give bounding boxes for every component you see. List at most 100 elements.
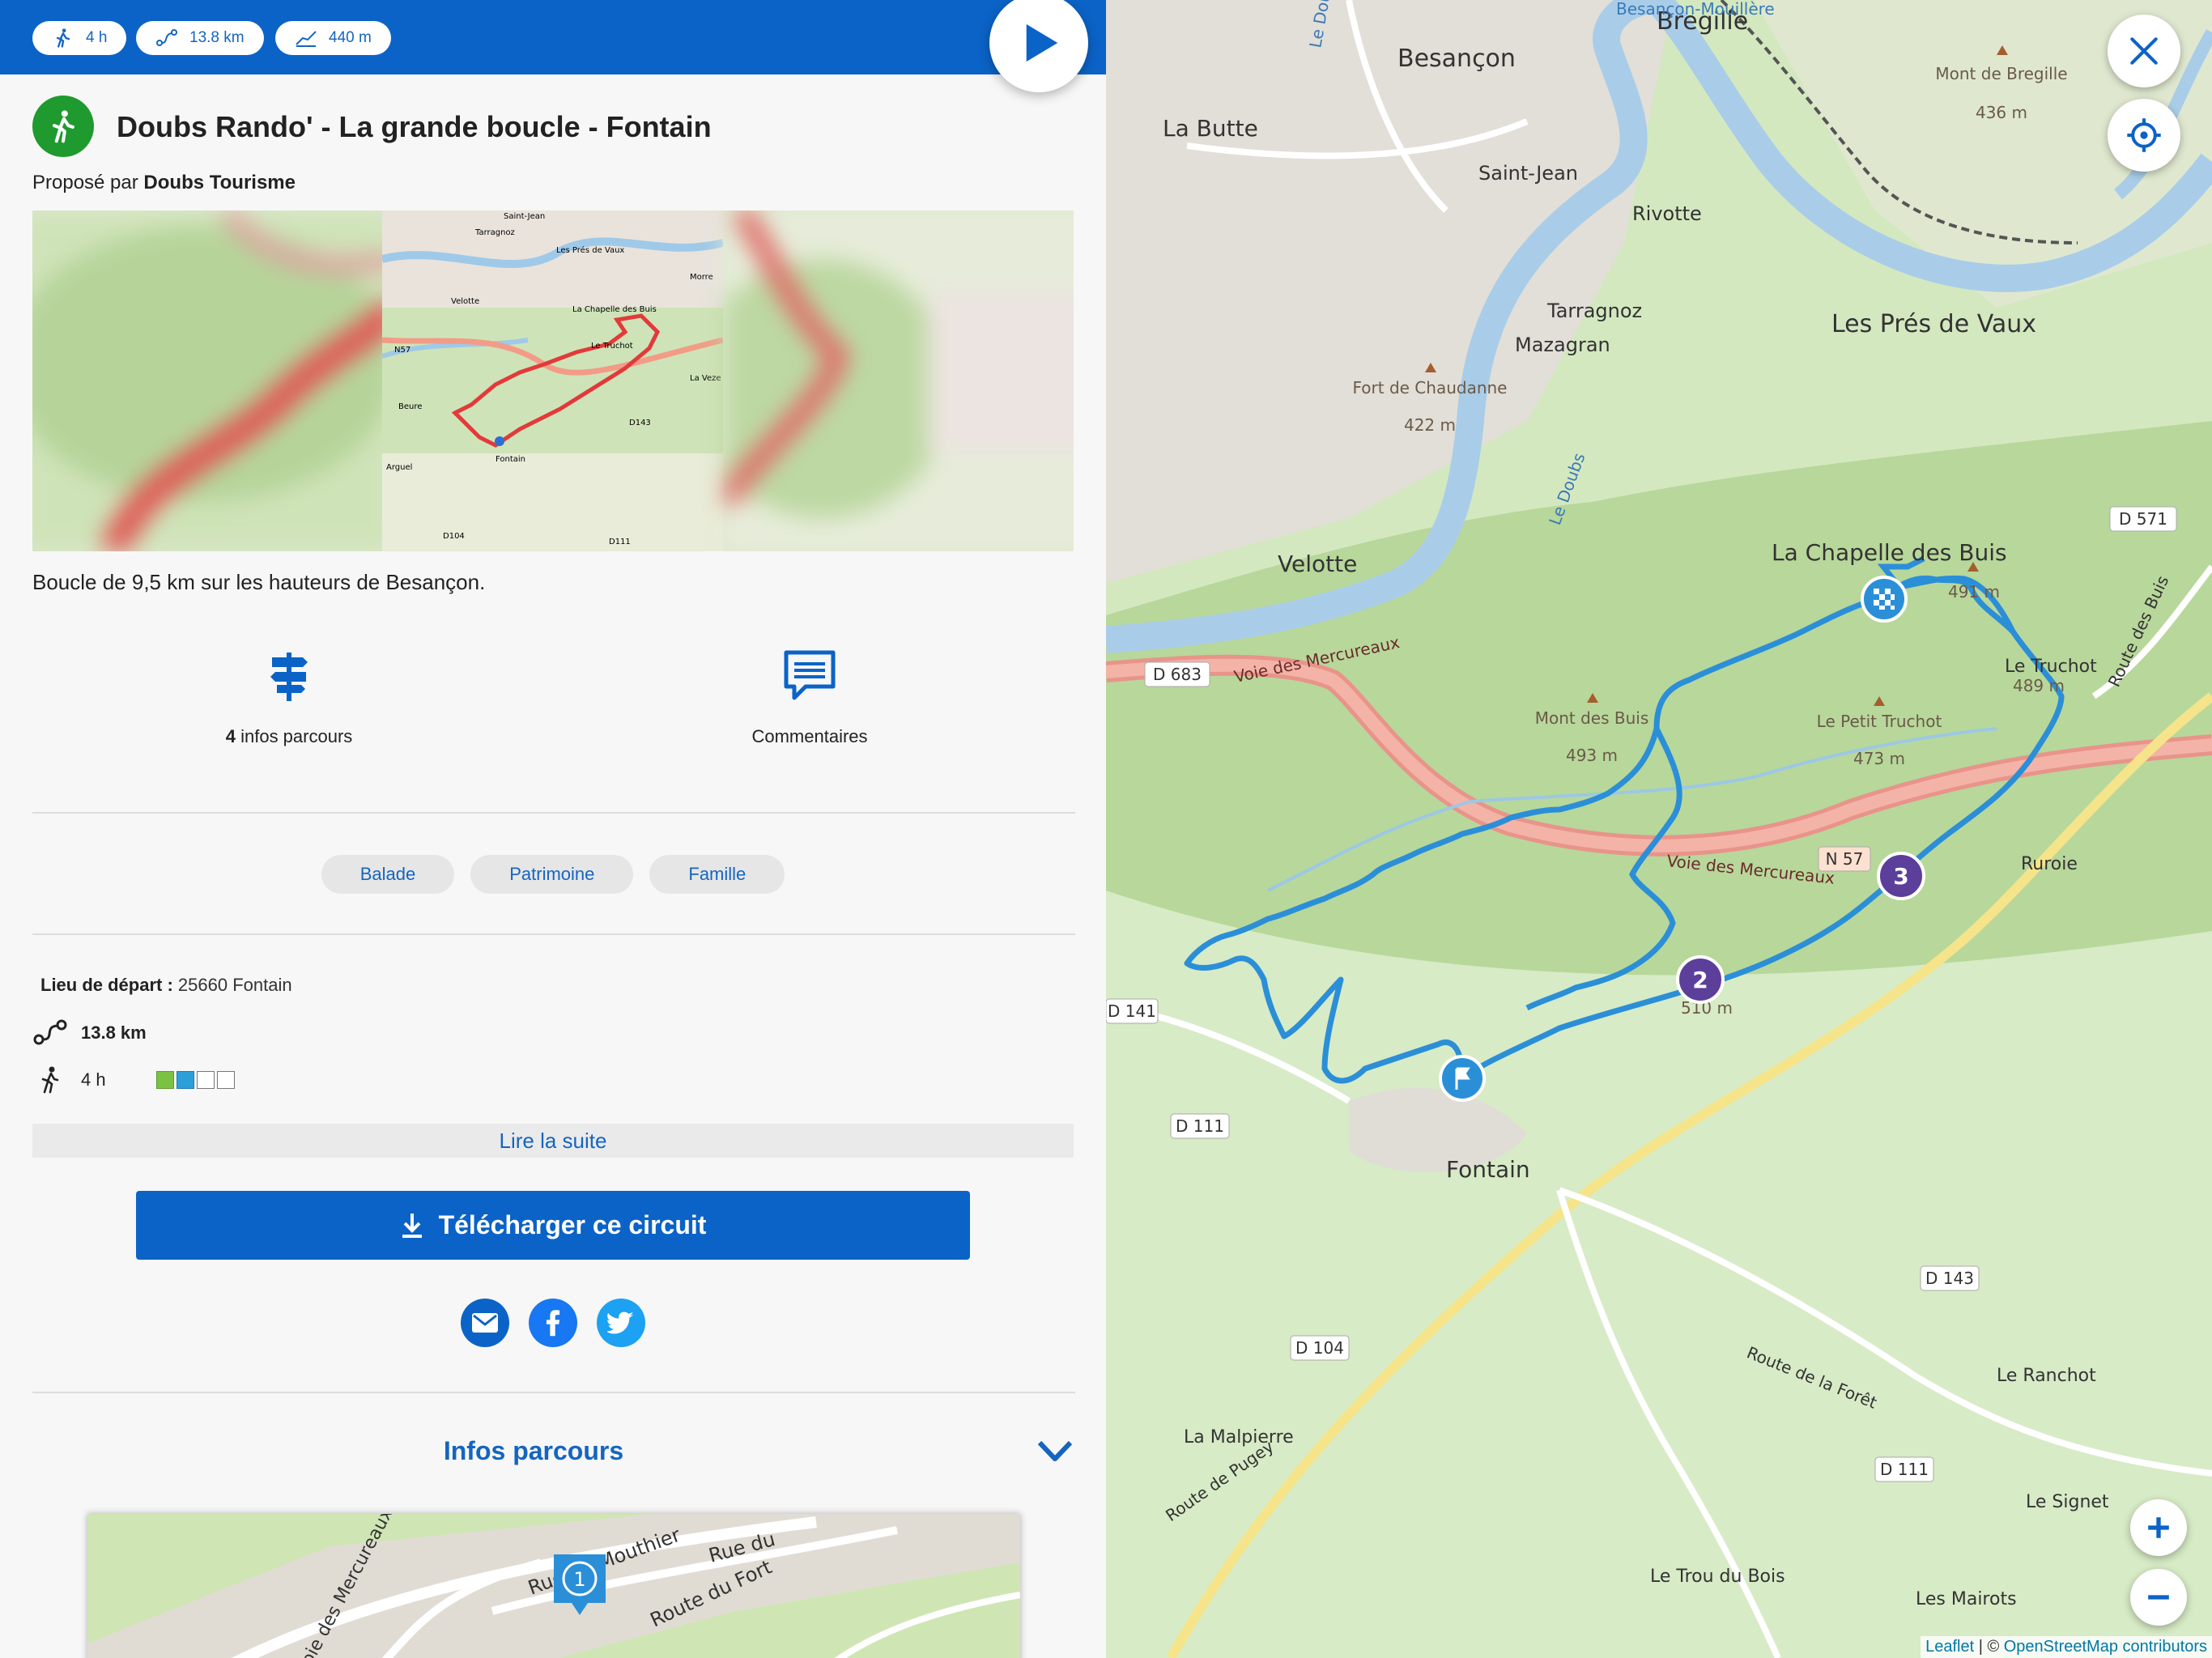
play-button[interactable] (989, 0, 1088, 92)
gallery-label: Fontain (496, 455, 525, 464)
tag-patrimoine[interactable]: Patrimoine (470, 855, 634, 894)
difficulty-indicator (155, 1071, 235, 1089)
peak-elevation: 436 m (1976, 103, 2027, 122)
gallery-label: Morre (690, 273, 713, 282)
divider (32, 1392, 1075, 1393)
infos-label: infos parcours (240, 726, 353, 746)
leaflet-link[interactable]: Leaflet (1925, 1638, 1974, 1656)
duration-pill: 4 h (32, 21, 127, 55)
tag-balade[interactable]: Balade (321, 855, 455, 894)
waypoint-number: 3 (1893, 863, 1908, 890)
start-value: 25660 Fontain (177, 975, 292, 995)
waypoint-2-marker[interactable]: 2 (1676, 955, 1725, 1004)
stats-bar: 4 h 13.8 km 440 m (0, 0, 1106, 74)
route-map[interactable]: D 683 Voie des Mercureaux Voie des Mercu… (1106, 0, 2212, 1658)
gallery-label: La Veze (690, 374, 721, 383)
difficulty-square-empty (216, 1071, 235, 1089)
gallery-label: N57 (394, 346, 410, 355)
trail-detail-panel: 4 h 13.8 km 440 m Doubs Rando' - La gran… (0, 0, 1106, 1658)
gallery-label: Saint-Jean (504, 212, 545, 221)
place-label: Besançon (1397, 45, 1516, 73)
waypoint-3-marker[interactable]: 3 (1877, 852, 1925, 900)
trail-description: Boucle de 9,5 km sur les hauteurs de Bes… (32, 570, 486, 594)
trail-title: Doubs Rando' - La grande boucle - Fontai… (117, 110, 712, 143)
divider (32, 933, 1075, 935)
download-icon (402, 1213, 422, 1238)
share-facebook-button[interactable] (529, 1299, 577, 1347)
peak-name: Mont de Bregille (1935, 64, 2067, 83)
minus-icon (2148, 1595, 2169, 1600)
share-email-button[interactable] (461, 1299, 509, 1347)
gallery-label: Arguel (386, 463, 412, 472)
peak-elevation: 489 m (2013, 676, 2065, 695)
gallery-label: D111 (609, 538, 631, 546)
tag-list: Balade Patrimoine Famille (0, 855, 1106, 894)
proposed-by-label: Proposé par (32, 172, 138, 193)
road-label: D 141 (1108, 1001, 1156, 1021)
close-map-button[interactable] (2108, 15, 2180, 87)
gallery-label: D104 (443, 532, 465, 541)
road-label: D 104 (1295, 1338, 1344, 1358)
difficulty-square-empty (196, 1071, 215, 1089)
place-label: Le Trou du Bois (1650, 1567, 1785, 1587)
place-label: Le Ranchot (1997, 1366, 2096, 1386)
zoom-in-button[interactable] (2130, 1499, 2187, 1556)
gallery-label: D143 (629, 419, 651, 427)
gallery-label: La Chapelle des Buis (572, 305, 657, 314)
locate-me-button[interactable] (2108, 99, 2180, 172)
place-label: La Butte (1163, 115, 1258, 142)
author-name[interactable]: Doubs Tourisme (143, 172, 296, 193)
signpost-icon (270, 653, 308, 701)
place-label: Saint-Jean (1478, 162, 1578, 185)
twitter-icon (607, 1312, 634, 1334)
place-label: La Chapelle des Buis (1772, 539, 2007, 566)
start-marker[interactable] (1439, 1055, 1486, 1102)
share-twitter-button[interactable] (597, 1299, 645, 1347)
zoom-out-button[interactable] (2130, 1569, 2187, 1626)
waypoint-number: 2 (1692, 967, 1708, 993)
place-label: Velotte (1278, 551, 1357, 577)
peak-elevation: 473 m (1853, 749, 1905, 768)
read-more-button[interactable]: Lire la suite (32, 1124, 1074, 1158)
download-button[interactable]: Télécharger ce circuit (136, 1191, 970, 1260)
gallery-image-prev[interactable] (32, 210, 397, 551)
duration-value: 4 h (86, 29, 108, 46)
gallery-label: Beure (398, 402, 422, 411)
route-distance-icon (33, 1019, 67, 1045)
road-label: D 571 (2119, 509, 2167, 529)
hiker-icon (52, 110, 74, 143)
place-label: Ruroie (2021, 854, 2078, 874)
attribution-separator: | © (1974, 1638, 2004, 1656)
gallery-image-current[interactable]: Saint-Jean Tarragnoz Les Prés de Vaux Ve… (382, 210, 723, 551)
duration-row: 4 h (32, 1065, 235, 1095)
road-label: N 57 (1826, 849, 1864, 869)
gallery-image-next[interactable] (725, 210, 1074, 551)
difficulty-square-filled (176, 1071, 194, 1089)
infos-parcours-link[interactable]: 4 infos parcours (127, 648, 451, 747)
facebook-icon (546, 1310, 560, 1337)
peak-elevation: 491 m (1948, 582, 2000, 602)
route-distance-icon (156, 29, 177, 46)
infos-mini-map[interactable]: Rue du Mouthier Route du Fort Voie des M… (87, 1514, 1020, 1658)
place-label: Rivotte (1632, 202, 1702, 225)
map-canvas[interactable]: D 683 Voie des Mercureaux Voie des Mercu… (1106, 0, 2212, 1658)
elevation-icon (296, 31, 317, 47)
gallery-label: Tarragnoz (474, 228, 515, 237)
info-marker-number: 1 (573, 1568, 585, 1591)
finish-marker[interactable] (1861, 576, 1908, 623)
chevron-down-icon[interactable] (1036, 1439, 1074, 1464)
place-label: Le Signet (2026, 1492, 2109, 1512)
peak-elevation: 493 m (1566, 746, 1618, 765)
start-location: Lieu de départ : 25660 Fontain (40, 975, 292, 996)
photo-gallery[interactable]: Saint-Jean Tarragnoz Les Prés de Vaux Ve… (32, 210, 1074, 551)
distance-row: 13.8 km (32, 1018, 147, 1048)
place-label: Les Mairots (1916, 1589, 2017, 1609)
peak-name: Mont des Buis (1535, 708, 1649, 728)
comments-link[interactable]: Commentaires (648, 648, 972, 747)
author-line: Proposé par Doubs Tourisme (32, 172, 296, 194)
osm-link[interactable]: OpenStreetMap contributors (2004, 1638, 2207, 1656)
infos-parcours-heading[interactable]: Infos parcours (0, 1436, 1067, 1466)
place-label: Mazagran (1515, 334, 1610, 356)
tag-famille[interactable]: Famille (649, 855, 785, 894)
place-label: Besançon-Mouillère (1616, 0, 1775, 19)
